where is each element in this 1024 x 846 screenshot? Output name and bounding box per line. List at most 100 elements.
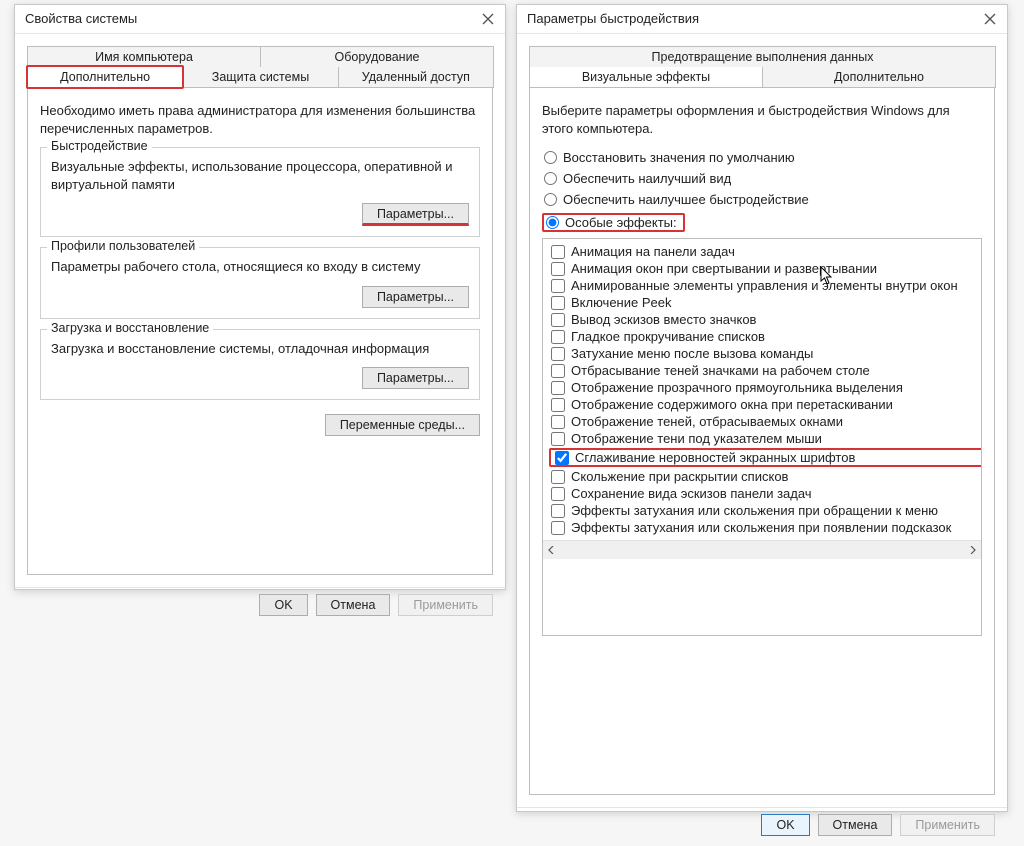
visual-effect-checkbox[interactable] xyxy=(551,296,565,310)
apply-button: Применить xyxy=(900,814,995,836)
sysprops-buttons: OK Отмена Применить xyxy=(15,587,505,626)
tab-advanced[interactable]: Дополнительно xyxy=(762,67,996,88)
performance-options-titlebar: Параметры быстродействия xyxy=(517,5,1007,34)
radio-custom-input[interactable] xyxy=(546,216,559,229)
visual-effect-item[interactable]: Анимация на панели задач xyxy=(549,243,982,260)
radio-best-performance[interactable]: Обеспечить наилучшее быстродействие xyxy=(542,192,982,207)
visual-effect-label: Гладкое прокручивание списков xyxy=(571,329,765,344)
environment-variables-button[interactable]: Переменные среды... xyxy=(325,414,480,436)
radio-best-appearance-label: Обеспечить наилучший вид xyxy=(563,171,731,186)
visual-effect-label: Анимированные элементы управления и элем… xyxy=(571,278,958,293)
visual-effect-item[interactable]: Отображение прозрачного прямоугольника в… xyxy=(549,379,982,396)
radio-default[interactable]: Восстановить значения по умолчанию xyxy=(542,150,982,165)
visual-effect-checkbox[interactable] xyxy=(551,330,565,344)
radio-custom-highlight: Особые эффекты: xyxy=(542,213,685,232)
cancel-button[interactable]: Отмена xyxy=(316,594,391,616)
scroll-right-icon[interactable] xyxy=(963,541,981,559)
visual-effect-checkbox[interactable] xyxy=(551,504,565,518)
visual-effect-label: Сглаживание неровностей экранных шрифтов xyxy=(575,450,855,465)
perfopts-buttons: OK Отмена Применить xyxy=(517,807,1007,846)
visual-effect-item[interactable]: Отбрасывание теней значками на рабочем с… xyxy=(549,362,982,379)
visual-effect-label: Скольжение при раскрытии списков xyxy=(571,469,788,484)
visual-effect-checkbox[interactable] xyxy=(551,415,565,429)
visual-effect-item[interactable]: Включение Peek xyxy=(549,294,982,311)
radio-custom[interactable]: Особые эффекты: xyxy=(544,215,677,230)
visual-effect-item[interactable]: Гладкое прокручивание списков xyxy=(549,328,982,345)
user-profiles-title: Профили пользователей xyxy=(47,239,199,253)
visual-effect-item[interactable]: Эффекты затухания или скольжения при поя… xyxy=(549,519,982,536)
ok-button[interactable]: OK xyxy=(259,594,307,616)
system-properties-titlebar: Свойства системы xyxy=(15,5,505,34)
performance-options-client: Предотвращение выполнения данных Визуаль… xyxy=(517,34,1007,807)
tab-visual-effects[interactable]: Визуальные эффекты xyxy=(529,67,763,88)
visual-effect-item[interactable]: Эффекты затухания или скольжения при обр… xyxy=(549,502,982,519)
apply-button: Применить xyxy=(398,594,493,616)
close-icon[interactable] xyxy=(479,10,497,28)
radio-custom-label: Особые эффекты: xyxy=(565,215,677,230)
window-title: Свойства системы xyxy=(25,5,137,33)
visual-effect-item[interactable]: Анимация окон при свертывании и разверты… xyxy=(549,260,982,277)
scroll-left-icon[interactable] xyxy=(543,541,561,559)
tab-remote[interactable]: Удаленный доступ xyxy=(338,67,494,88)
visual-effect-item[interactable]: Вывод эскизов вместо значков xyxy=(549,311,982,328)
visual-effect-label: Отбрасывание теней значками на рабочем с… xyxy=(571,363,870,378)
horizontal-scrollbar[interactable] xyxy=(543,540,981,559)
visual-effect-label: Сохранение вида эскизов панели задач xyxy=(571,486,812,501)
ok-button[interactable]: OK xyxy=(761,814,809,836)
radio-default-input[interactable] xyxy=(544,151,557,164)
performance-desc: Визуальные эффекты, использование процес… xyxy=(51,158,469,193)
visual-effect-label: Эффекты затухания или скольжения при поя… xyxy=(571,520,951,535)
visual-effect-item[interactable]: Сохранение вида эскизов панели задач xyxy=(549,485,982,502)
visual-effect-label: Отображение тени под указателем мыши xyxy=(571,431,822,446)
visual-effect-item[interactable]: Отображение содержимого окна при перетас… xyxy=(549,396,982,413)
tab-hardware[interactable]: Оборудование xyxy=(260,46,494,67)
performance-settings-button[interactable]: Параметры... xyxy=(362,203,469,226)
visual-effect-item[interactable]: Затухание меню после вызова команды xyxy=(549,345,982,362)
visual-effect-item[interactable]: Анимированные элементы управления и элем… xyxy=(549,277,982,294)
visual-effect-checkbox[interactable] xyxy=(551,398,565,412)
visual-effect-item[interactable]: Отображение теней, отбрасываемых окнами xyxy=(549,413,982,430)
performance-title: Быстродействие xyxy=(47,139,152,153)
system-properties-window: Свойства системы Имя компьютера Оборудов… xyxy=(14,4,506,590)
radio-best-appearance-input[interactable] xyxy=(544,172,557,185)
visual-effects-list[interactable]: Анимация на панели задачАнимация окон пр… xyxy=(542,238,982,636)
visual-effect-label: Эффекты затухания или скольжения при обр… xyxy=(571,503,938,518)
tab-advanced[interactable]: Дополнительно xyxy=(27,67,183,88)
startup-recovery-title: Загрузка и восстановление xyxy=(47,321,213,335)
visual-effect-checkbox[interactable] xyxy=(551,347,565,361)
visual-effect-checkbox[interactable] xyxy=(551,381,565,395)
visual-effect-checkbox[interactable] xyxy=(551,245,565,259)
user-profiles-settings-button[interactable]: Параметры... xyxy=(362,286,469,308)
visual-effect-item[interactable]: Отображение тени под указателем мыши xyxy=(549,430,982,447)
visual-effect-label: Отображение содержимого окна при перетас… xyxy=(571,397,893,412)
visual-effect-item[interactable]: Скольжение при раскрытии списков xyxy=(549,468,982,485)
admin-note: Необходимо иметь права администратора дл… xyxy=(40,102,480,137)
visual-effect-checkbox[interactable] xyxy=(551,279,565,293)
visual-effect-checkbox[interactable] xyxy=(551,432,565,446)
visual-effect-checkbox[interactable] xyxy=(551,364,565,378)
visual-effect-checkbox[interactable] xyxy=(551,313,565,327)
visual-effect-label: Отображение прозрачного прямоугольника в… xyxy=(571,380,903,395)
visual-effect-checkbox[interactable] xyxy=(551,521,565,535)
tab-system-protection[interactable]: Защита системы xyxy=(182,67,338,88)
visual-effect-checkbox[interactable] xyxy=(555,451,569,465)
tab-dep[interactable]: Предотвращение выполнения данных xyxy=(529,46,996,67)
user-profiles-group: Профили пользователей Параметры рабочего… xyxy=(40,247,480,319)
close-icon[interactable] xyxy=(981,10,999,28)
tab-computer-name[interactable]: Имя компьютера xyxy=(27,46,261,67)
window-title: Параметры быстродействия xyxy=(527,5,699,33)
startup-recovery-settings-button[interactable]: Параметры... xyxy=(362,367,469,389)
visual-effect-checkbox[interactable] xyxy=(551,470,565,484)
startup-recovery-desc: Загрузка и восстановление системы, отлад… xyxy=(51,340,469,358)
visual-effect-item[interactable]: Сглаживание неровностей экранных шрифтов xyxy=(549,448,982,467)
visual-effect-checkbox[interactable] xyxy=(551,262,565,276)
radio-best-performance-input[interactable] xyxy=(544,193,557,206)
visual-effect-checkbox[interactable] xyxy=(551,487,565,501)
cancel-button[interactable]: Отмена xyxy=(818,814,893,836)
visual-effect-label: Вывод эскизов вместо значков xyxy=(571,312,756,327)
radio-best-appearance[interactable]: Обеспечить наилучший вид xyxy=(542,171,982,186)
user-profiles-desc: Параметры рабочего стола, относящиеся ко… xyxy=(51,258,469,276)
radio-default-label: Восстановить значения по умолчанию xyxy=(563,150,795,165)
intro-text: Выберите параметры оформления и быстроде… xyxy=(542,102,982,138)
visual-effect-label: Включение Peek xyxy=(571,295,671,310)
